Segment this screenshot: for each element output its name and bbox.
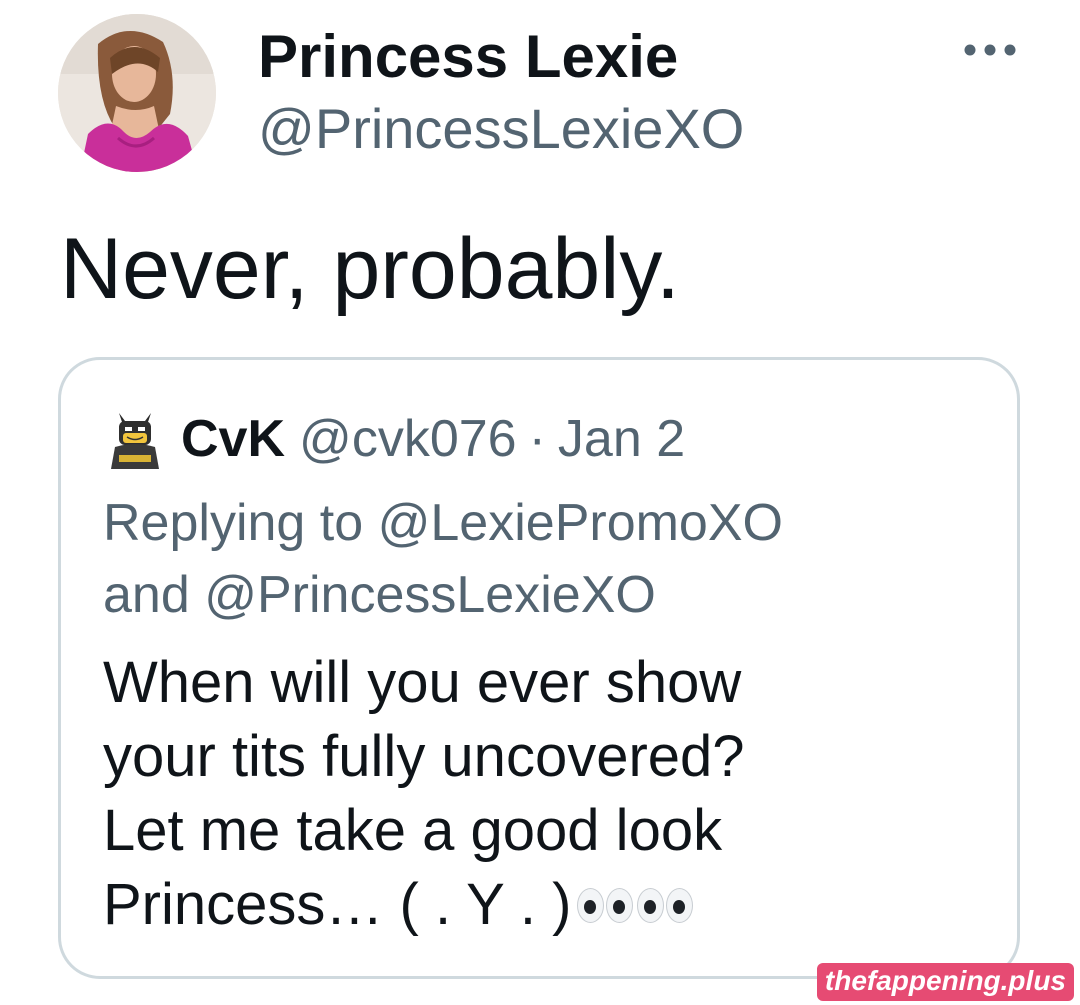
lego-batman-icon xyxy=(111,413,159,469)
header-separator: · xyxy=(528,410,546,468)
profile-photo-icon xyxy=(58,14,216,172)
quoted-tweet-date[interactable]: Jan 2 xyxy=(558,409,685,469)
replying-to-line-1: Replying to @LexiePromoXO xyxy=(103,494,783,552)
quoted-text-last-line: Princess… ( . Y . ) xyxy=(103,868,694,942)
quoted-text-line: your tits fully uncovered? xyxy=(103,724,745,789)
quoted-author-handle[interactable]: @cvk076 xyxy=(299,409,517,469)
quoted-text-line: Princess… ( . Y . ) xyxy=(103,872,572,937)
replying-to-line-2: and @PrincessLexieXO xyxy=(103,566,656,624)
quoted-text-line: When will you ever show xyxy=(103,650,742,715)
tweet-screenshot: Princess Lexie @PrincessLexieXO Never, p… xyxy=(0,0,1080,1005)
quoted-tweet-card[interactable]: CvK @cvk076 · Jan 2 Replying to @LexiePr… xyxy=(58,357,1020,979)
author-avatar[interactable] xyxy=(58,14,216,172)
author-display-name[interactable]: Princess Lexie xyxy=(258,22,678,92)
ellipsis-icon[interactable] xyxy=(960,40,1020,60)
quoted-text-line: Let me take a good look xyxy=(103,798,723,863)
quoted-tweet-header: CvK @cvk076 · Jan 2 xyxy=(103,404,685,474)
quoted-author-name[interactable]: CvK xyxy=(181,409,285,469)
tweet-text: Never, probably. xyxy=(60,221,680,317)
author-handle[interactable]: @PrincessLexieXO xyxy=(258,94,744,164)
eyes-emoji-icon xyxy=(577,887,694,923)
watermark: thefappening.plus xyxy=(816,963,1074,1001)
